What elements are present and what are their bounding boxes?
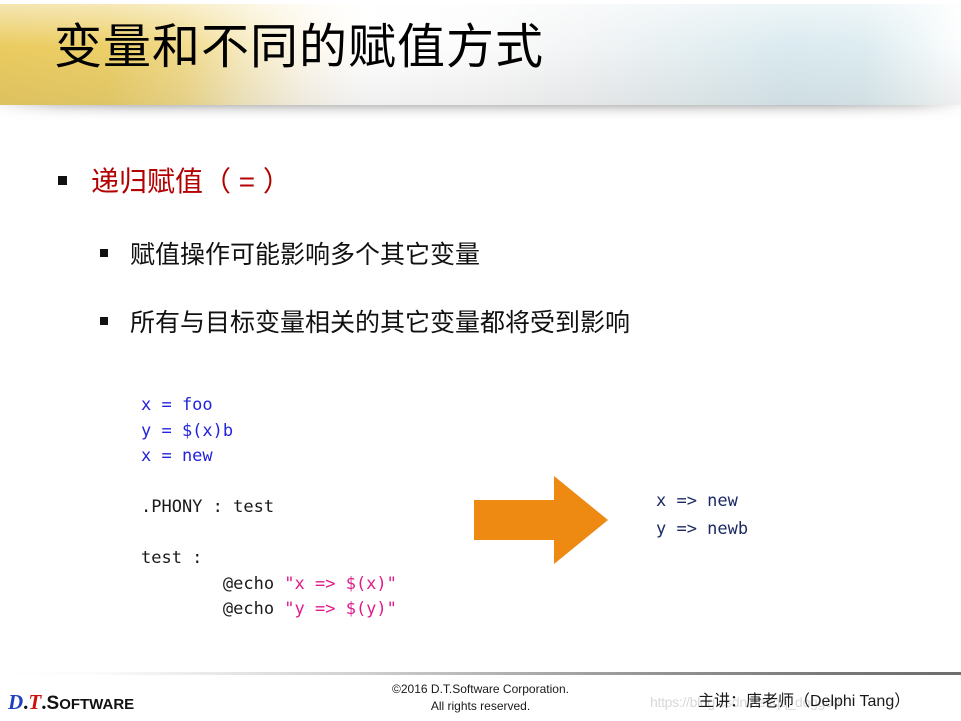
right-arrow-icon bbox=[474, 476, 608, 564]
code-segment: x = new bbox=[141, 446, 213, 466]
presenter-label: 主讲：唐老师（Delphi Tang） bbox=[698, 693, 911, 710]
square-bullet-icon bbox=[100, 249, 108, 257]
code-line: .PHONY : test bbox=[141, 495, 397, 521]
bullet-level2-2-label: 所有与目标变量相关的其它变量都将受到影响 bbox=[130, 309, 631, 337]
code-segment: .PHONY : test bbox=[141, 497, 275, 517]
code-line: x = foo bbox=[141, 393, 397, 419]
title-bar-shadow bbox=[0, 105, 961, 121]
page-title: 变量和不同的赋值方式 bbox=[54, 21, 545, 74]
code-line: @echo "y => $(y)" bbox=[141, 597, 397, 623]
code-segment: @echo bbox=[141, 599, 285, 619]
code-line: test : bbox=[141, 546, 397, 572]
square-bullet-icon bbox=[58, 176, 67, 185]
makefile-code-block: x = foo y = $(x)b x = new .PHONY : test te… bbox=[141, 393, 397, 623]
code-segment: y = $(x)b bbox=[141, 420, 234, 441]
code-segment: "y => $(y)" bbox=[284, 599, 397, 619]
code-line: @echo "x => $(x)" bbox=[141, 572, 397, 598]
slide-root: 变量和不同的赋值方式 递归赋值（ = ） 赋值操作可能影响多个其它变量 所有与目… bbox=[0, 0, 961, 721]
code-segment: test : bbox=[141, 548, 203, 568]
bullet-level2-1-label: 赋值操作可能影响多个其它变量 bbox=[130, 241, 481, 269]
output-line: y => newb bbox=[656, 519, 749, 539]
bullet-level1: 递归赋值（ = ） bbox=[58, 165, 291, 199]
bullet-level2-2: 所有与目标变量相关的其它变量都将受到影响 bbox=[100, 308, 630, 339]
code-line: x = new bbox=[141, 444, 397, 470]
output-line: x => new bbox=[656, 491, 738, 511]
code-segment: @echo bbox=[141, 573, 285, 594]
square-bullet-icon bbox=[100, 317, 108, 325]
code-line: y = $(x)b bbox=[141, 419, 397, 445]
expected-output-block: x => new y => newb bbox=[656, 487, 748, 543]
bullet-level1-label: 递归赋值（ = ） bbox=[91, 166, 291, 197]
footer-divider bbox=[0, 672, 961, 675]
code-segment: "x => $(x)" bbox=[284, 573, 397, 594]
presenter-block: https://blog.csdn.net/qq_doggod 主讲：唐老师（D… bbox=[640, 688, 961, 718]
bullet-level2-1: 赋值操作可能影响多个其它变量 bbox=[100, 240, 480, 271]
code-segment: x = foo bbox=[141, 395, 213, 415]
